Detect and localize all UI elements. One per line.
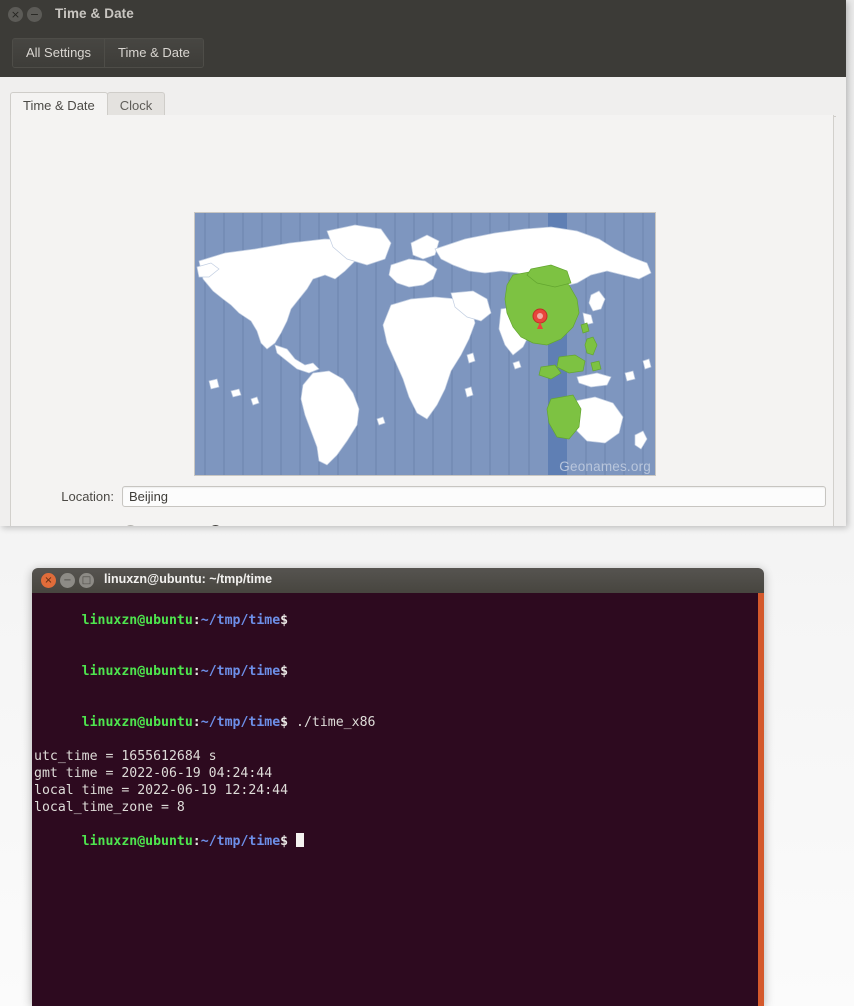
prompt-dollar: $	[280, 664, 289, 679]
map-watermark: Geonames.org	[559, 459, 651, 474]
terminal-command: ./time_x86	[288, 715, 376, 730]
terminal-title: linuxzn@ubuntu: ~/tmp/time	[104, 572, 273, 586]
close-icon[interactable]: ×	[8, 7, 23, 22]
prompt-dollar: $	[280, 613, 289, 628]
nav-all-settings-button[interactable]: All Settings	[13, 39, 105, 67]
location-input[interactable]: Beijing	[122, 486, 826, 507]
terminal-titlebar: × − □ linuxzn@ubuntu: ~/tmp/time	[32, 568, 764, 593]
settings-nav-group: All Settings Time & Date	[12, 38, 204, 68]
terminal-line: linuxzn@ubuntu:~/tmp/time$	[34, 816, 758, 867]
prompt-colon: :	[192, 664, 201, 679]
settings-titlebar: × − Time & Date All Settings Time & Date	[0, 0, 846, 77]
settings-content: Time & Date Clock Geonames.org Location:…	[0, 77, 846, 526]
terminal-line: linuxzn@ubuntu:~/tmp/time$	[34, 595, 758, 646]
terminal-line: linuxzn@ubuntu:~/tmp/time$ ./time_x86	[34, 697, 758, 748]
prompt-user-host: linuxzn@ubuntu	[81, 613, 193, 628]
radio-automatically-indicator	[209, 525, 223, 526]
close-icon[interactable]: ×	[41, 573, 56, 588]
prompt-path: ~/tmp/time	[200, 613, 281, 628]
tab-time-and-date[interactable]: Time & Date	[10, 92, 108, 117]
prompt-dollar: $	[280, 834, 289, 849]
minimize-icon[interactable]: −	[27, 7, 42, 22]
prompt-colon: :	[192, 715, 201, 730]
terminal-line: linuxzn@ubuntu:~/tmp/time$	[34, 646, 758, 697]
timezone-map-svg	[195, 213, 655, 475]
set-the-time-row: Set the time: Manually Automatically fro…	[10, 524, 826, 526]
radio-automatically[interactable]: Automatically from the Internet	[209, 524, 404, 526]
radio-manually-label: Manually	[143, 524, 195, 526]
terminal-output[interactable]: linuxzn@ubuntu:~/tmp/time$ linuxzn@ubunt…	[32, 593, 758, 1006]
radio-automatically-label: Automatically from the Internet	[228, 524, 404, 526]
prompt-colon: :	[192, 834, 201, 849]
location-label: Location:	[61, 489, 114, 504]
timezone-map[interactable]: Geonames.org	[194, 212, 656, 476]
terminal-cursor	[296, 833, 305, 847]
time-and-date-settings-window: × − Time & Date All Settings Time & Date…	[0, 0, 846, 526]
prompt-user-host: linuxzn@ubuntu	[81, 834, 193, 849]
prompt-user-host: linuxzn@ubuntu	[81, 715, 193, 730]
terminal-line: local time = 2022-06-19 12:24:44	[34, 783, 289, 798]
terminal-line: utc_time = 1655612684 s	[34, 749, 217, 764]
terminal-line: local_time_zone = 8	[34, 800, 185, 815]
minimize-icon[interactable]: −	[60, 573, 75, 588]
radio-manually-indicator	[124, 525, 137, 526]
maximize-icon[interactable]: □	[79, 573, 94, 588]
terminal-line: gmt time = 2022-06-19 04:24:44	[34, 766, 273, 781]
window-title: Time & Date	[55, 6, 134, 21]
terminal-scrollbar[interactable]	[758, 593, 764, 1006]
set-the-time-label: Set the time:	[10, 524, 110, 526]
prompt-path: ~/tmp/time	[200, 664, 281, 679]
terminal-window: × − □ linuxzn@ubuntu: ~/tmp/time linuxzn…	[32, 568, 764, 1006]
tabbar: Time & Date Clock	[10, 92, 836, 117]
prompt-user-host: linuxzn@ubuntu	[81, 664, 193, 679]
nav-time-and-date-button[interactable]: Time & Date	[104, 39, 203, 67]
prompt-colon: :	[192, 613, 201, 628]
tab-clock[interactable]: Clock	[106, 92, 166, 117]
radio-manually[interactable]: Manually	[124, 524, 195, 526]
location-row: Location: Beijing	[10, 486, 826, 507]
prompt-path: ~/tmp/time	[200, 834, 281, 849]
prompt-path: ~/tmp/time	[200, 715, 281, 730]
prompt-dollar: $	[280, 715, 289, 730]
